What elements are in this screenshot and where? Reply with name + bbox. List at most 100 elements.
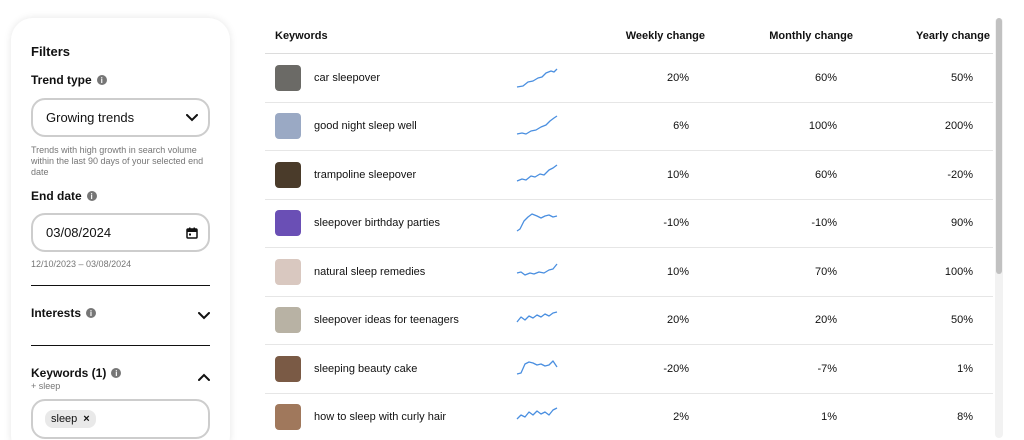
divider xyxy=(31,345,210,346)
yearly-change: -20% xyxy=(947,168,973,181)
weekly-change: 20% xyxy=(666,71,689,84)
sparkline xyxy=(516,407,558,420)
keyword-thumbnail[interactable] xyxy=(275,113,301,140)
sparkline xyxy=(516,263,558,276)
weekly-change: -20% xyxy=(663,362,689,375)
trends-table: Keywords Weekly change Monthly change Ye… xyxy=(265,18,993,440)
keywords-subtext: + sleep xyxy=(31,381,61,391)
keyword-thumbnail[interactable] xyxy=(275,64,301,91)
info-icon[interactable]: i xyxy=(111,368,122,378)
filters-title: Filters xyxy=(31,44,71,59)
keywords-section[interactable]: Keywords (1) i + sleep xyxy=(31,366,210,391)
end-date-input[interactable]: 03/08/2024 xyxy=(31,213,210,252)
keyword-chip[interactable]: sleep × xyxy=(45,410,96,428)
chevron-down-icon[interactable] xyxy=(198,312,210,320)
monthly-change: 70% xyxy=(814,265,837,278)
chevron-down-icon xyxy=(186,113,198,121)
table-row[interactable]: good night sleep well 6% 100% 200% xyxy=(265,103,993,151)
yearly-change: 200% xyxy=(944,120,973,133)
header-weekly[interactable]: Weekly change xyxy=(575,30,705,42)
table-row[interactable]: how to sleep with curly hair 2% 1% 8% xyxy=(265,394,993,440)
keywords-label: Keywords (1) xyxy=(31,366,107,380)
yearly-change: 50% xyxy=(950,314,973,327)
monthly-change: -10% xyxy=(811,217,837,230)
keyword-text[interactable]: good night sleep well xyxy=(314,120,504,132)
table-row[interactable]: natural sleep remedies 10% 70% 100% xyxy=(265,248,993,297)
keyword-text[interactable]: car sleepover xyxy=(314,72,504,84)
keyword-text[interactable]: sleepover birthday parties xyxy=(314,217,504,229)
interests-section[interactable]: Interests i xyxy=(31,306,210,320)
keyword-thumbnail[interactable] xyxy=(275,355,301,382)
close-icon[interactable]: × xyxy=(83,413,89,425)
weekly-change: 20% xyxy=(666,314,689,327)
keywords-input[interactable]: sleep × xyxy=(31,399,210,439)
sparkline xyxy=(516,164,558,182)
table-row[interactable]: sleeping beauty cake -20% -7% 1% xyxy=(265,345,993,394)
monthly-change: -7% xyxy=(817,362,837,375)
trend-type-label-row: Trend type i xyxy=(31,73,210,87)
weekly-change: -10% xyxy=(663,217,689,230)
monthly-change: 60% xyxy=(814,168,837,181)
keyword-text[interactable]: natural sleep remedies xyxy=(314,266,504,278)
trend-type-value: Growing trends xyxy=(46,110,135,125)
trend-help-text: Trends with high growth in search volume… xyxy=(31,145,204,177)
sparkline xyxy=(516,213,558,232)
keyword-text[interactable]: sleepover ideas for teenagers xyxy=(314,314,504,326)
keyword-text[interactable]: how to sleep with curly hair xyxy=(314,411,504,423)
keyword-cell: how to sleep with curly hair xyxy=(265,404,575,431)
weekly-change: 10% xyxy=(666,265,689,278)
end-date-label-row: End date i xyxy=(31,189,210,203)
table-row[interactable]: trampoline sleepover 10% 60% -20% xyxy=(265,151,993,200)
keyword-cell: car sleepover xyxy=(265,64,575,91)
trend-type-label: Trend type xyxy=(31,73,92,87)
table-row[interactable]: car sleepover 20% 60% 50% xyxy=(265,54,993,103)
keyword-text[interactable]: sleeping beauty cake xyxy=(314,363,504,375)
info-icon[interactable]: i xyxy=(96,75,107,85)
trend-type-select[interactable]: Growing trends xyxy=(31,98,210,137)
weekly-change: 6% xyxy=(673,120,689,133)
chevron-up-icon[interactable] xyxy=(198,373,210,381)
keyword-cell: natural sleep remedies xyxy=(265,258,575,285)
keyword-thumbnail[interactable] xyxy=(275,258,301,285)
end-date-label: End date xyxy=(31,189,82,203)
calendar-icon[interactable] xyxy=(186,227,198,239)
keyword-chip-label: sleep xyxy=(51,413,78,425)
interests-label: Interests xyxy=(31,306,82,320)
weekly-change: 2% xyxy=(673,411,689,424)
header-monthly[interactable]: Monthly change xyxy=(705,30,853,42)
header-yearly[interactable]: Yearly change xyxy=(853,30,990,42)
date-range-text: 12/10/2023 – 03/08/2024 xyxy=(31,259,132,269)
yearly-change: 100% xyxy=(944,265,973,278)
info-icon[interactable]: i xyxy=(86,191,97,201)
keyword-text[interactable]: trampoline sleepover xyxy=(314,169,504,181)
table-row[interactable]: sleepover ideas for teenagers 20% 20% 50% xyxy=(265,297,993,345)
filters-panel: Filters Trend type i Growing trends Tren… xyxy=(11,18,230,440)
monthly-change: 20% xyxy=(814,314,837,327)
monthly-change: 1% xyxy=(821,411,837,424)
info-icon[interactable]: i xyxy=(86,308,97,318)
sparkline xyxy=(516,311,558,323)
keyword-thumbnail[interactable] xyxy=(275,161,301,188)
keyword-cell: good night sleep well xyxy=(265,113,575,140)
table-row[interactable]: sleepover birthday parties -10% -10% 90% xyxy=(265,200,993,248)
yearly-change: 8% xyxy=(957,411,973,424)
scrollbar-thumb[interactable] xyxy=(996,18,1002,274)
sparkline xyxy=(516,115,558,135)
divider xyxy=(31,285,210,286)
keyword-thumbnail[interactable] xyxy=(275,404,301,431)
keyword-cell: sleepover birthday parties xyxy=(265,210,575,237)
scrollbar[interactable] xyxy=(995,18,1003,438)
sparkline xyxy=(516,360,558,375)
keyword-cell: sleeping beauty cake xyxy=(265,355,575,382)
sparkline xyxy=(516,68,558,88)
header-keywords[interactable]: Keywords xyxy=(265,30,575,42)
monthly-change: 60% xyxy=(814,71,837,84)
monthly-change: 100% xyxy=(808,120,837,133)
weekly-change: 10% xyxy=(666,168,689,181)
keyword-cell: trampoline sleepover xyxy=(265,161,575,188)
yearly-change: 1% xyxy=(957,362,973,375)
yearly-change: 50% xyxy=(950,71,973,84)
table-header: Keywords Weekly change Monthly change Ye… xyxy=(265,18,993,54)
keyword-thumbnail[interactable] xyxy=(275,307,301,334)
keyword-thumbnail[interactable] xyxy=(275,210,301,237)
